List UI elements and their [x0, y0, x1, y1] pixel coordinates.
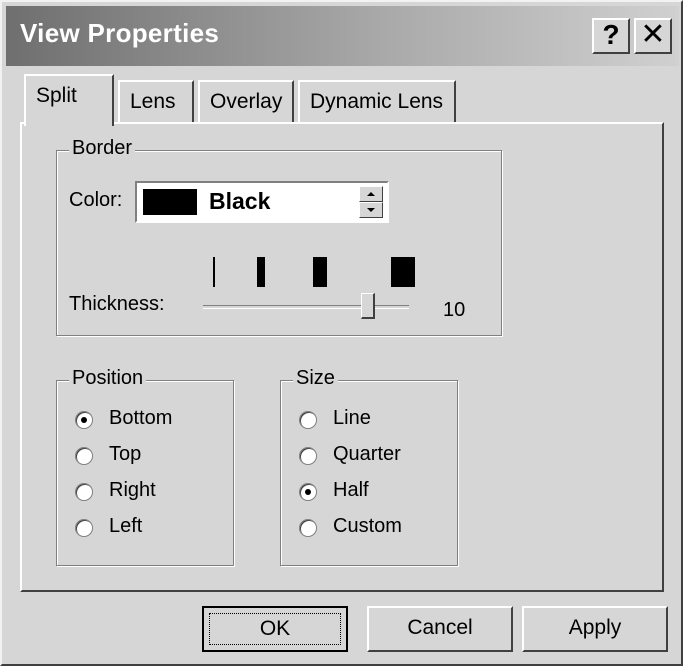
size-group: Size Line Quarter Half Custom [280, 367, 458, 566]
border-group-label: Border [69, 137, 136, 160]
radio-button[interactable] [299, 411, 317, 429]
split-tab-panel: Border Color: Black Thickness: 10 Positi… [20, 122, 664, 592]
color-select[interactable]: Black [135, 181, 389, 223]
radio-label: Custom [333, 515, 402, 537]
thickness-marker-thin [213, 257, 215, 287]
window-title: View Properties [20, 18, 220, 48]
close-icon: ✕ [640, 18, 666, 51]
view-properties-dialog: View Properties ? ✕ Split Lens Overlay D… [0, 0, 683, 666]
tab-dynamic-lens[interactable]: Dynamic Lens [298, 80, 456, 124]
radio-button[interactable] [75, 483, 93, 501]
title-bar: View Properties ? ✕ [6, 6, 679, 66]
radio-label: Left [109, 515, 143, 537]
thickness-value: 10 [443, 299, 466, 321]
radio-label: Right [109, 479, 156, 501]
tab-label: Lens [130, 90, 176, 113]
ok-button-label: OK [209, 613, 341, 645]
help-button[interactable]: ? [592, 18, 630, 54]
color-value: Black [209, 188, 271, 214]
apply-button[interactable]: Apply [522, 606, 668, 652]
tab-split[interactable]: Split [24, 74, 114, 126]
color-label: Color: [69, 189, 123, 211]
ok-button[interactable]: OK [202, 606, 348, 652]
size-group-label: Size [293, 367, 338, 390]
radio-button[interactable] [299, 483, 317, 501]
radio-label: Line [333, 407, 371, 429]
tab-lens[interactable]: Lens [118, 80, 194, 124]
spin-down-icon[interactable] [359, 202, 383, 218]
tab-overlay[interactable]: Overlay [198, 80, 294, 124]
thickness-marker-small [257, 257, 265, 287]
position-group-label: Position [69, 367, 147, 390]
spin-up-icon[interactable] [359, 186, 383, 202]
color-spinner[interactable] [359, 186, 383, 218]
thickness-label: Thickness: [69, 293, 165, 315]
tab-label: Overlay [210, 90, 283, 113]
radio-button[interactable] [75, 519, 93, 537]
radio-label: Bottom [109, 407, 173, 429]
thickness-marker-thick [391, 257, 415, 287]
thickness-slider-track[interactable] [203, 305, 409, 309]
thickness-marker-medium [313, 257, 327, 287]
radio-button[interactable] [75, 411, 93, 429]
tab-label: Split [36, 84, 77, 107]
radio-label: Half [333, 479, 369, 501]
color-swatch [143, 189, 197, 215]
cancel-button[interactable]: Cancel [367, 606, 513, 652]
radio-label: Quarter [333, 443, 401, 465]
help-icon: ? [602, 19, 620, 50]
close-button[interactable]: ✕ [634, 18, 672, 54]
radio-label: Top [109, 443, 142, 465]
position-group: Position Bottom Top Right Left [56, 367, 234, 566]
radio-button[interactable] [299, 447, 317, 465]
border-group: Border Color: Black Thickness: 10 [56, 137, 502, 336]
tab-label: Dynamic Lens [310, 90, 444, 113]
radio-button[interactable] [75, 447, 93, 465]
thickness-slider-thumb[interactable] [361, 293, 375, 319]
radio-button[interactable] [299, 519, 317, 537]
